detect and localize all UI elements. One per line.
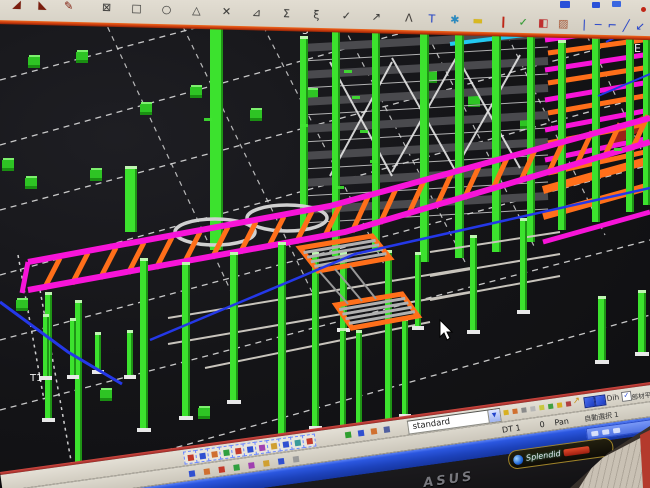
dih-label: Dih [606, 392, 620, 404]
toolbar-icon-line-h[interactable]: ─ [591, 14, 606, 36]
toolbar-icon-red-pen[interactable]: ❙ [493, 11, 514, 34]
chevron-down-icon[interactable]: ▼ [487, 408, 501, 422]
partial-icon[interactable] [612, 1, 621, 7]
toolbar-icon-rect[interactable]: □ [121, 0, 152, 20]
toolbar-icon-check[interactable]: ✓ [331, 5, 362, 28]
snap-icon[interactable] [245, 459, 257, 471]
snap-icon[interactable] [302, 433, 317, 448]
snap-icon[interactable] [367, 425, 379, 437]
toolbar-icon-select-box[interactable]: ⊠ [91, 0, 122, 19]
toolbar-icon-line-diag[interactable]: ╱ [619, 15, 634, 37]
status-dt: DT 1 [501, 423, 521, 434]
toolbar-icon-line-v[interactable]: ❘ [577, 14, 592, 36]
toolbar-icon-tool-clip-b[interactable]: ◣ [29, 0, 56, 17]
toolbar-icon-corner[interactable]: ⊿ [241, 2, 272, 25]
monitor-photo: 3 7 5 E T1 ◢◣✎⊠□○△✕⊿Σξ✓↗ΛT✱▬❙✓◧▨❘─⌐╱↙»❘ … [0, 0, 650, 488]
snap-icon[interactable] [185, 467, 197, 479]
grid-label-T1: T1 [29, 373, 42, 384]
snap-icon[interactable] [274, 455, 286, 467]
toolbar-icon-tool-clip-a[interactable]: ◢ [3, 0, 30, 16]
toolbar-icon-red-box[interactable]: ◧ [533, 12, 554, 35]
snap-icon[interactable] [200, 465, 212, 477]
toolbar-icon-cross[interactable]: ✕ [211, 1, 242, 24]
toolbar-icon-polyline[interactable]: ⌐ [605, 15, 620, 37]
sticker-label: Splendid [525, 449, 561, 463]
toolbar-icon-tool-pen[interactable]: ✎ [55, 0, 82, 18]
mouse-cursor [440, 320, 452, 340]
snap-icon[interactable] [260, 457, 272, 469]
toolbar-icon-snap-star[interactable]: ✱ [443, 9, 467, 32]
checkbox-plane-1-label: 部材平面 [631, 388, 650, 401]
toolbar-icon-spline[interactable]: ξ [301, 4, 332, 27]
sticker-orb-icon [513, 454, 524, 465]
snap-icon[interactable] [563, 399, 573, 409]
sticker-red-word [563, 446, 590, 456]
snap-icon[interactable] [354, 427, 366, 439]
partial-icon[interactable] [560, 1, 570, 8]
toolbar-icon-red-check[interactable]: ✓ [513, 11, 534, 34]
asus-logo: ASUS [423, 469, 476, 488]
toolbar-icon-circle[interactable]: ○ [151, 0, 182, 21]
toolbar-icon-filter[interactable]: T [420, 8, 444, 31]
toolbar-icon-note[interactable]: ▬ [466, 10, 490, 33]
snap-icon[interactable] [289, 453, 301, 465]
plane-icon[interactable] [594, 394, 606, 406]
status-zero: 0 [539, 419, 545, 429]
toolbar-icon-triangle[interactable]: △ [181, 0, 212, 23]
toolbar-group: ΛT✱▬ [397, 7, 490, 32]
snap-icon[interactable] [341, 428, 353, 440]
partial-icon[interactable] [641, 7, 646, 12]
snap-icon[interactable] [215, 463, 227, 475]
snap-icon[interactable] [230, 461, 242, 473]
partial-icon[interactable] [592, 2, 600, 8]
toolbar-group: ◢◣✎ [3, 0, 82, 18]
arrow-ne-icon[interactable]: ↗ [572, 396, 581, 407]
toolbar-icon-hatch-box[interactable]: ▨ [553, 13, 574, 36]
grid-label-E: E [634, 42, 641, 55]
toolbar-icon-arrow-ne[interactable]: ↗ [361, 6, 392, 29]
toolbar-icon-sigma[interactable]: Σ [271, 3, 302, 26]
toolbar-icon-binoculars[interactable]: Λ [397, 7, 421, 30]
snap-icon[interactable] [380, 423, 392, 435]
status-pan: Pan [554, 416, 570, 427]
